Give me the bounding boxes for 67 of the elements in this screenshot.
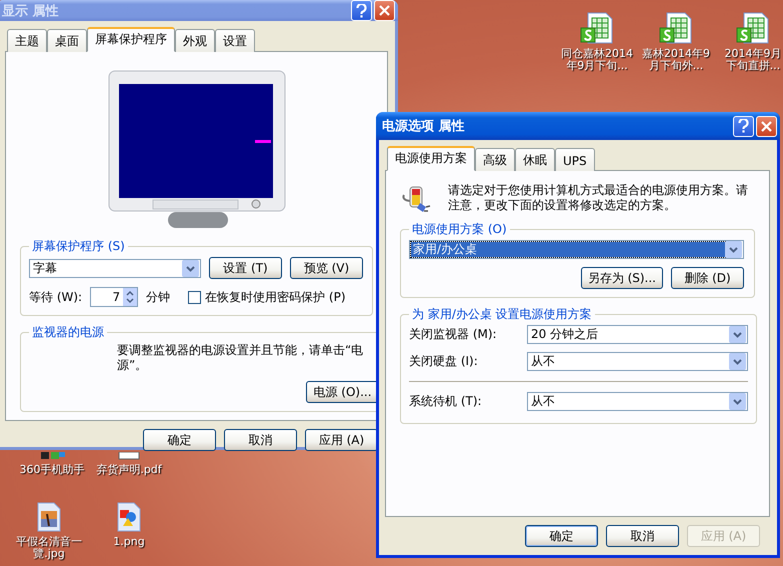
tab[interactable]: 休眠 — [515, 148, 555, 171]
desktop-icon-label[interactable]: 2014年9月 下旬直拼... — [724, 48, 782, 72]
dropdown[interactable]: 从不 — [527, 352, 748, 371]
dialog-button[interactable]: 确定 — [143, 429, 216, 451]
dropdown[interactable]: 字幕 — [29, 258, 201, 278]
question-icon — [356, 4, 367, 18]
tab[interactable]: 桌面 — [47, 29, 87, 52]
checkbox[interactable] — [188, 290, 202, 304]
image-file-icon — [116, 502, 142, 532]
checkbox-label: 在恢复时使用密码保护 (P) — [205, 288, 346, 306]
close-button[interactable] — [756, 116, 777, 136]
close-button[interactable] — [374, 0, 395, 21]
unit-label: 分钟 — [146, 288, 170, 306]
setting-label: 关闭监视器 (M): — [409, 326, 498, 343]
dialog-button[interactable]: 确定 — [525, 525, 598, 547]
dialog-button[interactable]: 电源 (O)... — [306, 381, 379, 403]
close-icon — [761, 120, 772, 132]
dialog-button[interactable]: 设置 (T) — [209, 257, 282, 279]
chevron-down-icon — [182, 260, 199, 276]
setting-label: 系统待机 (T): — [409, 393, 483, 410]
desktop-icon-label[interactable]: 弃货声明.pdf — [96, 464, 162, 476]
spreadsheet-file-icon — [736, 12, 770, 44]
image-file-icon — [36, 502, 62, 532]
desktop-icon-label[interactable]: 360手机助手 — [20, 464, 84, 476]
group-title: 屏幕保护程序 (S) — [31, 238, 126, 255]
dialog-button[interactable]: 取消 — [606, 525, 679, 547]
tab[interactable]: 电源使用方案 — [387, 146, 475, 171]
chevron-down-icon — [725, 241, 742, 258]
dropdown[interactable]: 20 分钟之后 — [527, 325, 748, 344]
group-title: 为 家用/办公桌 设置电源使用方案 — [411, 306, 593, 323]
field-label: 等待 (W): — [29, 288, 82, 306]
spreadsheet-file-icon — [580, 12, 614, 44]
help-button[interactable] — [733, 116, 754, 136]
dialog-button[interactable]: 另存为 (S)... — [580, 267, 663, 289]
dialog-button[interactable]: 取消 — [224, 429, 297, 451]
question-icon — [738, 119, 749, 133]
tab[interactable]: 主题 — [7, 29, 47, 52]
chevron-down-icon — [729, 326, 746, 343]
tab[interactable]: 高级 — [475, 148, 515, 171]
dialog-button[interactable]: 预览 (V) — [290, 257, 363, 279]
dropdown[interactable]: 从不 — [527, 392, 748, 411]
chevron-down-icon — [729, 393, 746, 410]
group-title: 监视器的电源 — [31, 324, 105, 341]
window-title: 电源选项 属性 — [382, 118, 465, 135]
desktop-icon-label[interactable]: 同仓嘉林2014 年9月下旬... — [561, 48, 633, 72]
dialog-button[interactable]: 删除 (D) — [671, 267, 744, 289]
group-title: 电源使用方案 (O) — [411, 221, 508, 238]
tab[interactable]: 屏幕保护程序 — [87, 27, 175, 52]
setting-label: 关闭硬盘 (I): — [409, 353, 479, 370]
close-icon — [379, 5, 390, 16]
description-text: 请选定对于您使用计算机方式最适合的电源使用方案。请注意，更改下面的设置将修改选定的方案。 — [448, 183, 748, 213]
chevron-down-icon — [729, 353, 746, 370]
dialog-button[interactable]: 应用 (A) — [305, 429, 378, 451]
window-title: 显示 属性 — [2, 2, 59, 20]
tab[interactable]: UPS — [555, 148, 595, 171]
dropdown[interactable]: 家用/办公桌 — [409, 240, 744, 259]
spinner-field[interactable]: 7 — [90, 287, 138, 307]
tab[interactable]: 设置 — [215, 29, 255, 52]
description-text: 要调整监视器的电源设置并且节能，请单击“电源”。 — [117, 343, 364, 373]
tab[interactable]: 外观 — [175, 29, 215, 52]
document-icon — [118, 452, 140, 460]
spreadsheet-file-icon — [659, 12, 693, 44]
help-button[interactable] — [351, 0, 372, 21]
spin-arrows-icon — [123, 288, 138, 306]
desktop-icon-label[interactable]: 嘉林2014年9 月下旬外... — [642, 48, 710, 72]
desktop-icon-label[interactable]: 1.png — [113, 536, 145, 548]
desktop-icon-label[interactable]: 平假名清音一 覽.jpg — [16, 536, 82, 560]
